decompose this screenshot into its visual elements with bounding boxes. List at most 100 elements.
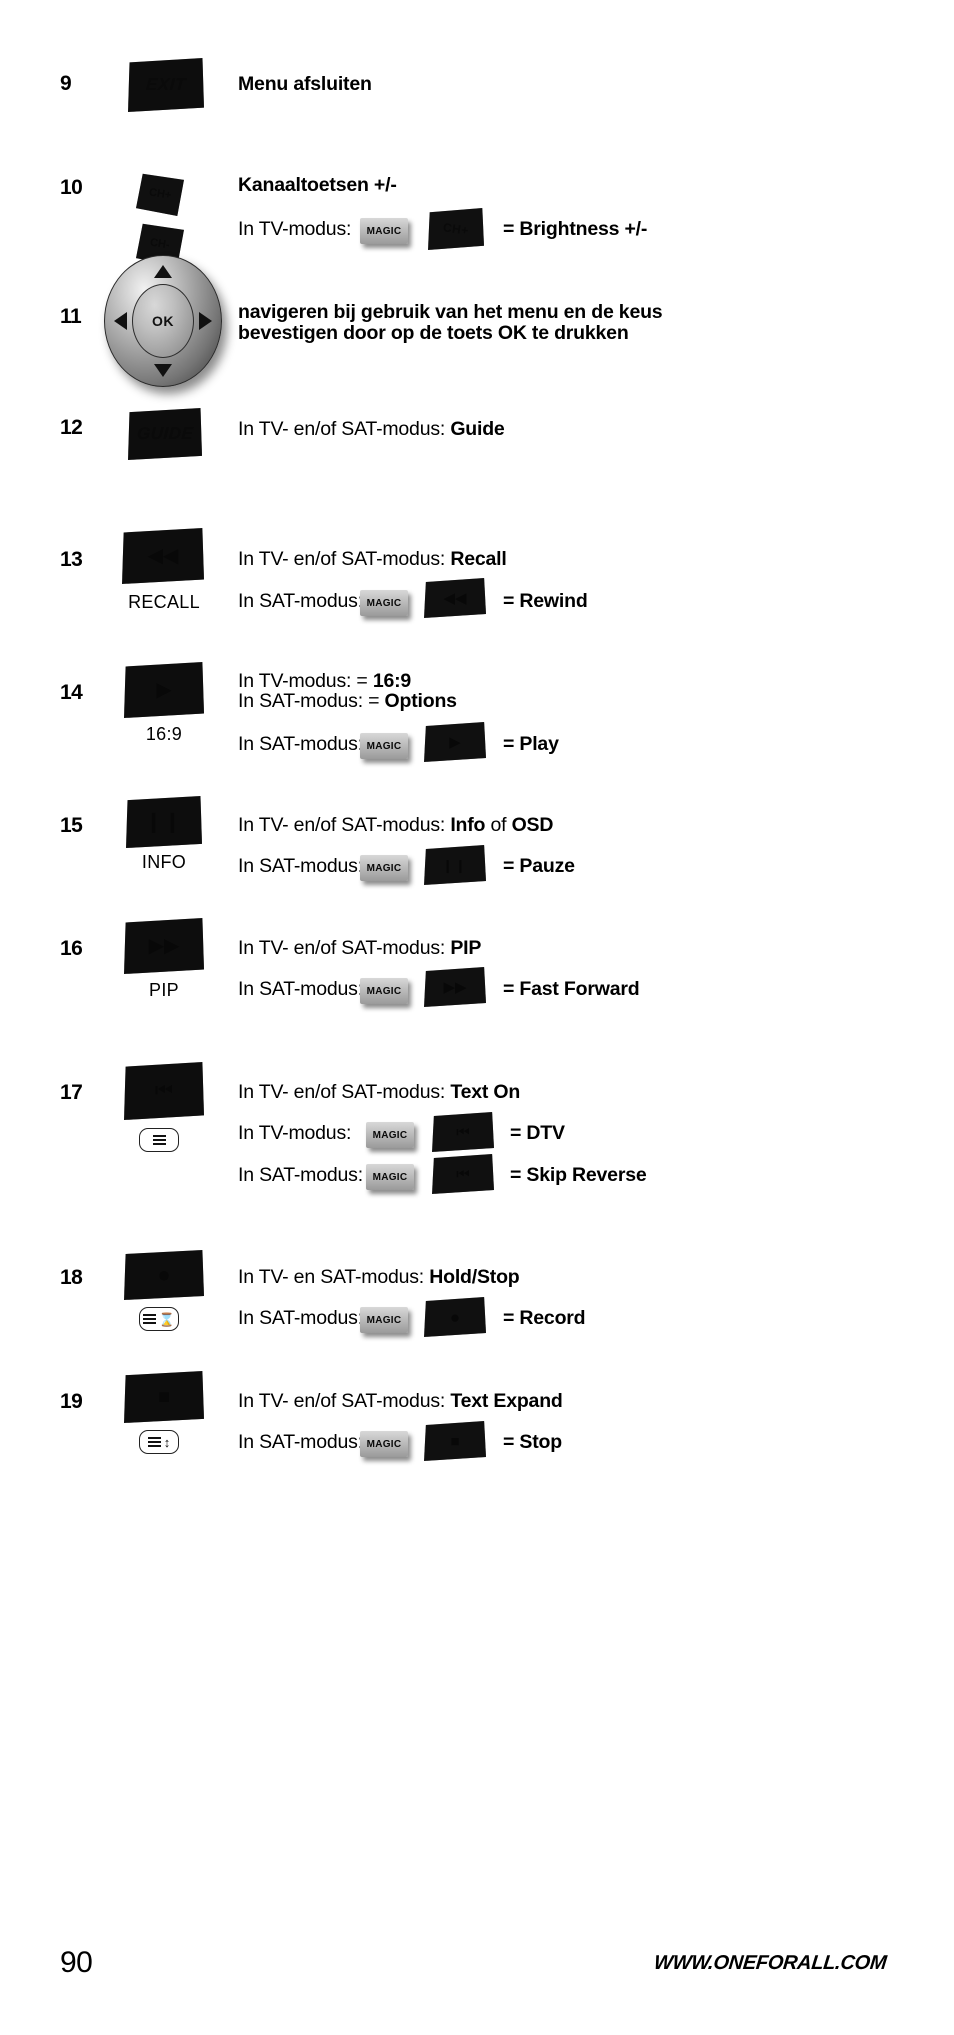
row-16-combo-key[interactable]: ▶▶ [424, 967, 486, 1007]
guide-key-label: GUIDE [136, 424, 194, 443]
row-19-combo-key[interactable]: ■ [424, 1421, 486, 1461]
row-11-description-line2: bevestigen door op de toets OK te drukke… [238, 322, 629, 344]
exit-key-label: EXIT [145, 75, 187, 94]
row-18-description-prefix: In TV- en SAT-modus: [238, 1266, 430, 1288]
row-9-description: Menu afsluiten [238, 73, 372, 95]
ok-button[interactable]: OK [132, 284, 194, 358]
row-17-combo1-mode: In TV-modus: [238, 1122, 352, 1144]
row-12-description-prefix: In TV- en/of SAT-modus: [238, 418, 451, 440]
row-15-description-mid: of [485, 814, 512, 836]
magic-key[interactable]: MAGIC [358, 853, 410, 883]
pause-icon: ❙❙ [442, 857, 468, 873]
row-14-line2-bold: Options [384, 690, 457, 712]
row-14-line1-prefix: In TV-modus: = [238, 670, 373, 692]
pip-caption: PIP [149, 980, 179, 1000]
row-16-combo-result: = Fast Forward [503, 978, 640, 1000]
row-10-combo-key-label: CH+ [442, 220, 470, 238]
row-18-combo-mode: In SAT-modus: [238, 1307, 363, 1329]
up-down-arrow-icon: ↕ [163, 1434, 171, 1450]
row-15-combo-result: = Pauze [503, 855, 575, 877]
arrow-up-icon[interactable] [154, 265, 172, 278]
row-13-description: In TV- en/of SAT-modus: Recall [238, 548, 507, 571]
recall-caption: RECALL [128, 592, 200, 612]
record-icon: ● [157, 1262, 171, 1287]
fast-forward-icon: ▶▶ [443, 978, 467, 996]
row-15-description-prefix: In TV- en/of SAT-modus: [238, 814, 451, 836]
play-key[interactable]: ▶ [124, 662, 204, 718]
row-19-description-prefix: In TV- en/of SAT-modus: [238, 1390, 451, 1412]
guide-key[interactable]: GUIDE [128, 408, 202, 460]
row-number-15: 15 [60, 814, 83, 837]
magic-key[interactable]: MAGIC [358, 1305, 410, 1335]
row-16-combo-mode: In SAT-modus: [238, 978, 363, 1000]
magic-key-label: MAGIC [366, 1438, 402, 1450]
row-number-17: 17 [60, 1081, 83, 1104]
magic-key[interactable]: MAGIC [364, 1162, 416, 1192]
arrow-left-icon[interactable] [114, 312, 127, 330]
pause-icon: ❙❙ [145, 811, 183, 833]
hourglass-icon: ⌛ [158, 1311, 176, 1327]
skip-reverse-key[interactable]: ⏮ [124, 1062, 204, 1120]
exit-key[interactable]: EXIT [128, 58, 204, 112]
row-18-combo-key[interactable]: ● [424, 1297, 486, 1337]
manual-page: 9 EXIT Menu afsluiten 10 CH+ CH- Kanaalt… [0, 0, 954, 2035]
teletext-lines-glyph [152, 1134, 166, 1146]
channel-up-key[interactable]: CH+ [136, 173, 184, 216]
row-10-combo-result: = Brightness +/- [503, 218, 648, 240]
rewind-key[interactable]: ◀◀ [122, 528, 204, 584]
row-17-combo2-key[interactable]: ⏮ [432, 1154, 494, 1194]
arrow-down-icon[interactable] [154, 364, 172, 377]
ok-button-label: OK [152, 313, 174, 329]
row-15-description-bold2: OSD [511, 814, 554, 836]
navigation-wheel[interactable]: OK [104, 255, 222, 387]
row-17-combo2-result: = Skip Reverse [510, 1164, 647, 1186]
magic-key[interactable]: MAGIC [358, 588, 410, 618]
magic-key[interactable]: MAGIC [358, 216, 410, 246]
row-13-combo-mode: In SAT-modus: [238, 590, 363, 612]
magic-key-label: MAGIC [366, 1314, 402, 1326]
teletext-lines-icon [139, 1128, 179, 1152]
record-key[interactable]: ● [124, 1250, 204, 1300]
row-17-combo2-mode: In SAT-modus: [238, 1164, 363, 1186]
row-17-combo1-result: = DTV [510, 1122, 565, 1144]
row-14-combo-result: = Play [503, 733, 559, 755]
row-17-combo1-key[interactable]: ⏮ [432, 1112, 494, 1152]
row-15-description: In TV- en/of SAT-modus: Info of OSD [238, 814, 553, 837]
row-12-description-bold: Guide [450, 418, 505, 440]
magic-key[interactable]: MAGIC [358, 731, 410, 761]
row-16-description-prefix: In TV- en/of SAT-modus: [238, 937, 451, 959]
row-18-description-bold: Hold/Stop [429, 1266, 520, 1288]
row-15-combo-mode: In SAT-modus: [238, 855, 363, 877]
channel-down-key-label: CH- [149, 236, 171, 252]
row-16-description: In TV- en/of SAT-modus: PIP [238, 937, 481, 960]
teletext-lines-glyph [147, 1436, 161, 1448]
magic-key[interactable]: MAGIC [358, 1429, 410, 1459]
play-icon: ▶ [156, 679, 172, 701]
page-number: 90 [60, 1946, 93, 1979]
magic-key[interactable]: MAGIC [358, 976, 410, 1006]
fast-forward-key[interactable]: ▶▶ [124, 918, 204, 974]
row-13-description-prefix: In TV- en/of SAT-modus: [238, 548, 451, 570]
row-14-combo-mode: In SAT-modus: [238, 733, 363, 755]
row-10-combo-key[interactable]: CH+ [428, 208, 484, 250]
row-12-description: In TV- en/of SAT-modus: Guide [238, 418, 505, 441]
magic-key-label: MAGIC [366, 597, 402, 609]
rewind-icon: ◀◀ [443, 589, 467, 607]
magic-key[interactable]: MAGIC [364, 1120, 416, 1150]
pause-key[interactable]: ❙❙ [126, 796, 202, 848]
stop-key[interactable]: ■ [124, 1371, 204, 1423]
magic-key-label: MAGIC [366, 862, 402, 874]
row-14-line2: In SAT-modus: = Options [238, 690, 457, 713]
website-url: WWW.ONEFORALL.COM [652, 1952, 888, 1974]
channel-up-key-label: CH+ [148, 186, 172, 202]
stop-icon: ■ [450, 1432, 460, 1450]
record-icon: ● [449, 1307, 461, 1327]
row-13-combo-key[interactable]: ◀◀ [424, 578, 486, 618]
row-15-combo-key[interactable]: ❙❙ [424, 845, 486, 885]
row-15-description-bold: Info [450, 814, 486, 836]
row-10-combo-mode: In TV-modus: [238, 218, 352, 240]
row-14-combo-key[interactable]: ▶ [424, 722, 486, 762]
arrow-right-icon[interactable] [199, 312, 212, 330]
magic-key-label: MAGIC [372, 1129, 408, 1141]
teletext-expand-icon: ↕ [139, 1430, 179, 1454]
